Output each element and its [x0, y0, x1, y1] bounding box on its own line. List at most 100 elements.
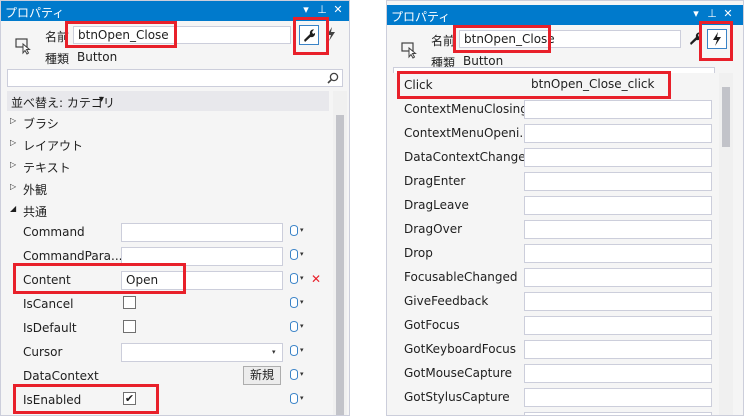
event-name: DragEnter [404, 174, 466, 188]
highlight-content [13, 263, 186, 294]
property-name: Cursor [23, 345, 63, 359]
cursor-select[interactable] [121, 343, 283, 362]
event-row: ContextMenuClosing [387, 98, 717, 120]
highlight-click [397, 71, 671, 99]
category-label: 外観 [23, 183, 48, 197]
event-row: DragLeave [387, 194, 717, 216]
chevron-down-icon[interactable]: ▾ [272, 348, 276, 356]
event-handler-field[interactable] [524, 340, 712, 359]
event-handler-field[interactable] [524, 124, 712, 143]
event-name: DragLeave [404, 198, 469, 212]
new-button[interactable]: 新規 [243, 366, 281, 385]
event-handler-field[interactable] [524, 220, 712, 239]
event-row: DragEnter [387, 170, 717, 192]
category-text[interactable]: ▷ テキスト [1, 155, 331, 177]
category-layout[interactable]: ▷ レイアウト [1, 133, 331, 155]
chevron-down-icon[interactable]: ▾ [300, 226, 304, 234]
clear-value-icon[interactable]: ✕ [311, 272, 321, 286]
event-handler-field[interactable] [524, 292, 712, 311]
property-row-command: Command ▾ [1, 221, 331, 243]
event-row: GotTouchCapture [387, 410, 717, 415]
highlight-name [65, 21, 177, 48]
event-name: Drop [404, 246, 433, 260]
category-brush[interactable]: ▷ ブラシ [1, 111, 331, 133]
scrollbar[interactable] [333, 91, 347, 415]
chevron-down-icon[interactable]: ▾ [300, 370, 304, 378]
category-common[interactable]: ◢ 共通 [1, 199, 331, 221]
event-handler-field[interactable] [524, 148, 712, 167]
highlight-isenabled [13, 384, 159, 414]
scrollbar-thumb[interactable] [722, 87, 730, 147]
iscancel-checkbox[interactable] [123, 296, 136, 309]
close-button[interactable]: ✕ [721, 7, 735, 21]
event-name: GotKeyboardFocus [404, 342, 517, 356]
event-row: FocusableChanged [387, 266, 717, 288]
database-icon[interactable] [290, 345, 298, 356]
event-row: ContextMenuOpeni... [387, 122, 717, 144]
expand-arrow-icon: ▷ [10, 160, 17, 169]
highlight-name [453, 25, 551, 53]
search-input[interactable] [7, 69, 343, 87]
window-dropdown-button[interactable]: ▾ [299, 3, 313, 17]
event-handler-field[interactable] [524, 388, 712, 407]
event-row: GotStylusCapture [387, 386, 717, 408]
event-name: ContextMenuOpeni... [404, 126, 531, 140]
search-icon [327, 72, 339, 84]
type-label: 種類 [45, 52, 70, 66]
chevron-down-icon[interactable]: ▾ [300, 394, 304, 402]
sort-bar[interactable]: 並べ替え: カテゴリ ▾ [7, 91, 329, 111]
chevron-down-icon[interactable]: ▾ [300, 346, 304, 354]
event-row: GotMouseCapture [387, 362, 717, 384]
chevron-down-icon[interactable]: ▾ [300, 250, 304, 258]
property-name: CommandPara... [23, 249, 123, 263]
database-icon[interactable] [290, 321, 298, 332]
event-handler-field[interactable] [524, 412, 712, 415]
highlight-wrench [293, 17, 329, 55]
panel-title: プロパティ [5, 6, 65, 20]
window-dropdown-button[interactable]: ▾ [689, 7, 703, 21]
isdefault-checkbox[interactable] [123, 320, 136, 333]
name-label: 名前 [431, 34, 456, 48]
event-handler-field[interactable] [524, 172, 712, 191]
scrollbar[interactable] [719, 73, 733, 415]
event-name: DataContextChanged [404, 150, 534, 164]
event-name: FocusableChanged [404, 270, 518, 284]
event-handler-field[interactable] [524, 364, 712, 383]
category-label: レイアウト [23, 139, 84, 153]
category-label: ブラシ [23, 117, 59, 131]
database-icon[interactable] [290, 273, 298, 284]
type-value: Button [463, 54, 504, 68]
event-row: DragOver [387, 218, 717, 240]
category-appearance[interactable]: ▷ 外観 [1, 177, 331, 199]
event-name: GiveFeedback [404, 294, 489, 308]
collapse-arrow-icon: ◢ [10, 204, 17, 213]
property-name: IsDefault [23, 321, 77, 335]
cursor-icon [15, 38, 31, 55]
expand-arrow-icon: ▷ [10, 182, 17, 191]
scrollbar-thumb[interactable] [336, 115, 344, 415]
property-name: DataContext [23, 369, 99, 383]
event-handler-field[interactable] [524, 196, 712, 215]
pin-button[interactable]: ⊥ [705, 7, 719, 21]
database-icon[interactable] [290, 225, 298, 236]
database-icon[interactable] [290, 369, 298, 380]
event-handler-field[interactable] [524, 244, 712, 263]
database-icon[interactable] [290, 297, 298, 308]
event-name: ContextMenuClosing [404, 102, 528, 116]
event-handler-field[interactable] [524, 268, 712, 287]
chevron-down-icon[interactable]: ▾ [300, 298, 304, 306]
properties-panel-right: プロパティ ▾ ⊥ ✕ 名前 btnOpen_Close 種類 Button C… [386, 0, 744, 416]
chevron-down-icon[interactable]: ▾ [300, 274, 304, 282]
pin-button[interactable]: ⊥ [315, 3, 329, 17]
type-value: Button [77, 50, 118, 64]
database-icon[interactable] [290, 393, 298, 404]
event-name: GotMouseCapture [404, 366, 512, 380]
chevron-down-icon[interactable]: ▾ [300, 322, 304, 330]
database-icon[interactable] [290, 249, 298, 260]
event-handler-field[interactable] [524, 100, 712, 119]
close-button[interactable]: ✕ [331, 3, 345, 17]
panel-title: プロパティ [391, 10, 451, 24]
event-handler-field[interactable] [524, 316, 712, 335]
event-row: GotFocus [387, 314, 717, 336]
command-field[interactable] [121, 223, 283, 242]
